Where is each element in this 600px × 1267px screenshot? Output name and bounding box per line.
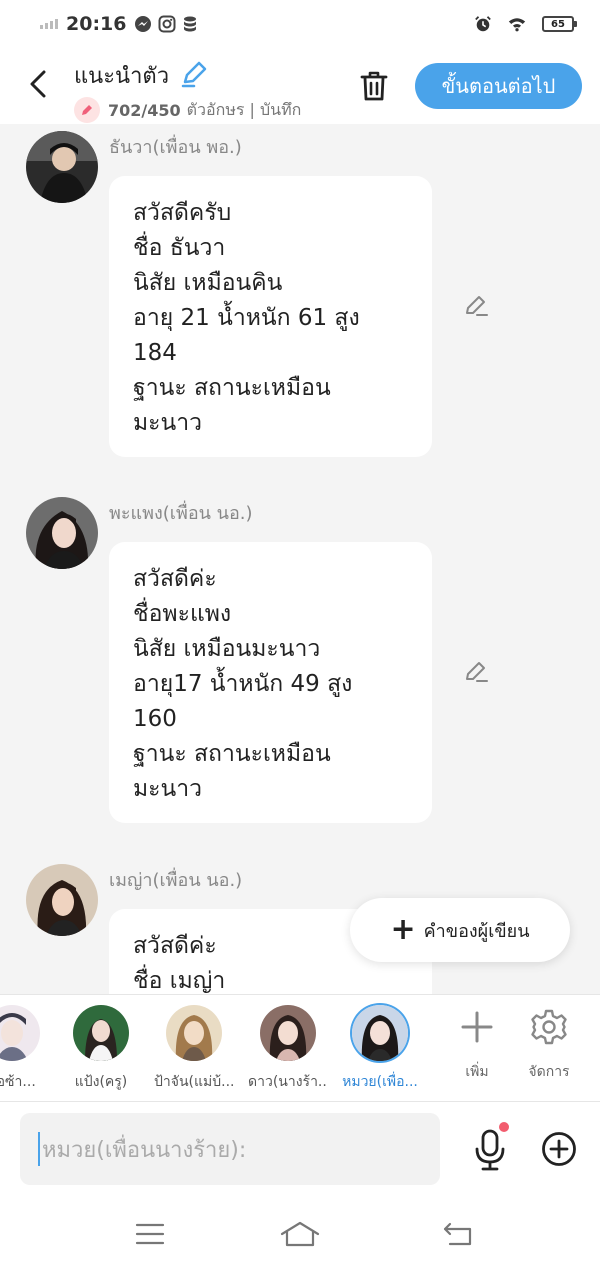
plus-icon [445,1007,509,1047]
character-name: แป้ง(ครู) [74,1074,128,1090]
page-title[interactable]: แนะนำตัว [74,58,169,93]
character-avatar [352,1005,408,1061]
message-line: สวัสดีครับ [133,200,232,226]
back-arrow-icon [443,1222,472,1246]
message-bubble[interactable]: สวัสดีครับ ชื่อ ธันวา นิสัย เหมือนคิน อา… [109,176,432,457]
menu-nav-button[interactable] [130,1216,170,1252]
delete-button[interactable] [354,66,394,106]
input-placeholder: หมวย(เพื่อนนางร้าย): [42,1137,247,1163]
header-subline: 702/450 ตัวอักษร | บันทึก [74,97,301,123]
back-button[interactable] [20,66,56,102]
character-name: อ้อซ้า... [0,1074,36,1090]
home-nav-button[interactable] [280,1216,320,1252]
message-line: สวัสดีค่ะ [133,566,217,592]
home-icon [280,1221,320,1247]
message-line: นิสัย เหมือนคิน [133,270,283,296]
add-label: เพิ่ม [465,1064,489,1080]
manage-label: จัดการ [528,1064,570,1080]
menu-icon [135,1223,165,1245]
character-item[interactable]: อ้อซ้า... [0,1005,52,1093]
save-status: ตัวอักษร | บันทึก [186,99,302,119]
add-character-button[interactable]: เพิ่ม [445,1007,509,1083]
character-avatar [73,1005,129,1061]
character-name: ป้าจัน(แม่บ้... [154,1074,234,1090]
avatar[interactable] [26,497,98,569]
character-avatar [0,1005,40,1061]
signal-icon [40,19,58,29]
message-line: ชื่อ เมญ่า [133,968,226,994]
message-line: ฐานะ สถานะเหมือน [133,741,331,767]
next-step-button[interactable]: ขั้นตอนต่อไป [415,63,582,109]
message-line: นิสัย เหมือนมะนาว [133,636,321,662]
system-nav-bar [0,1202,600,1267]
message-line: 160 [133,706,177,732]
instagram-icon [158,15,176,33]
alarm-icon [474,15,492,33]
message-line: มะนาว [133,776,203,802]
edit-title-icon[interactable] [180,60,208,92]
manage-characters-button[interactable]: จัดการ [517,1007,581,1083]
author-note-button[interactable]: + คำของผู้เขียน [350,898,570,962]
status-bar: 20:16 65 [0,0,600,48]
gear-icon [517,1007,581,1047]
text-caret [38,1132,40,1166]
chevron-left-icon [30,70,46,98]
sender-name: เมญ่า(เพื่อน นอ.) [109,870,243,891]
character-avatar [260,1005,316,1061]
sender-name: พะแพง(เพื่อน นอ.) [109,503,253,524]
character-item[interactable]: แป้ง(ครู) [61,1005,141,1093]
microphone-icon [475,1129,505,1171]
message-line: อายุ 21 น้ำหนัก 61 สูง [133,305,360,331]
battery-icon: 65 [542,16,577,32]
message-line: ชื่อพะแพง [133,601,232,627]
avatar[interactable] [26,864,98,936]
plus-icon: + [390,912,416,947]
message-line: มะนาว [133,410,203,436]
notification-dot [499,1122,509,1132]
edit-message-icon[interactable] [462,658,490,686]
character-name: หมวย(เพื่อ... [342,1074,418,1090]
messenger-icon [134,15,152,33]
character-bar[interactable]: อ้อซ้า... แป้ง(ครู) ป้าจัน(แม่บ้... ดาว(… [0,994,600,1102]
message-line: ชื่อ ธันวา [133,235,226,261]
avatar[interactable] [26,131,98,203]
plus-circle-icon [542,1132,576,1166]
trash-icon [360,71,388,101]
message-line: อายุ17 น้ำหนัก 49 สูง [133,671,353,697]
character-item[interactable]: ดาว(นางร้า... [248,1005,328,1093]
microphone-button[interactable] [470,1122,510,1172]
attach-button[interactable] [540,1130,578,1168]
back-nav-button[interactable] [438,1216,478,1252]
app-header: แนะนำตัว 702/450 ตัวอักษร | บันทึก ขั้นต… [0,48,600,124]
message-input[interactable]: หมวย(เพื่อนนางร้าย): [20,1113,440,1185]
message-line: ฐานะ สถานะเหมือน [133,375,331,401]
sender-name: ธันวา(เพื่อน พอ.) [109,137,242,158]
char-counter: 702/450 [108,100,181,120]
status-time: 20:16 [66,13,127,35]
character-avatar [166,1005,222,1061]
edit-message-icon[interactable] [462,292,490,320]
composer: หมวย(เพื่อนนางร้าย): [0,1102,600,1202]
pencil-badge-icon [74,97,100,123]
title-block: แนะนำตัว 702/450 ตัวอักษร | บันทึก [74,58,301,123]
author-note-label: คำของผู้เขียน [423,920,530,942]
data-icon [182,15,200,33]
character-item-selected[interactable]: หมวย(เพื่อ... [340,1005,420,1093]
message-bubble[interactable]: สวัสดีค่ะ ชื่อพะแพง นิสัย เหมือนมะนาว อา… [109,542,432,823]
message-line: 184 [133,340,177,366]
character-item[interactable]: ป้าจัน(แม่บ้... [154,1005,234,1093]
chat-area[interactable]: ธันวา(เพื่อน พอ.) สวัสดีครับ ชื่อ ธันวา … [0,124,600,994]
wifi-icon [508,15,526,33]
character-name: ดาว(นางร้า... [248,1074,328,1090]
